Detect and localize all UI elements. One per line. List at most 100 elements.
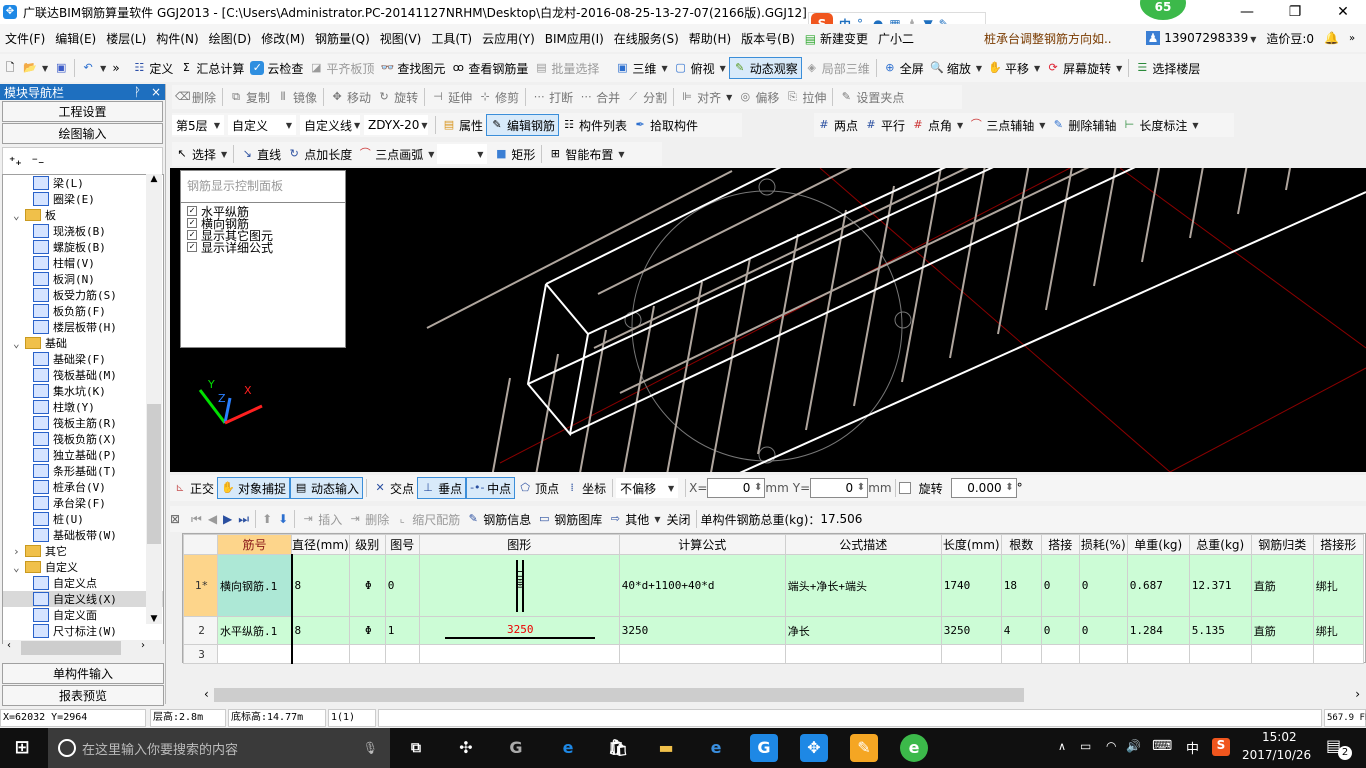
checkbox[interactable]: ✓ (187, 230, 197, 240)
move-down-button[interactable]: ⬇ (275, 508, 291, 530)
tree-item[interactable]: 筏板基础(M) (3, 367, 163, 383)
column-header[interactable]: 图号 (384, 534, 420, 555)
undo-button[interactable]: ↶ ▼ (78, 57, 109, 79)
table-cell-shape-no[interactable] (384, 644, 420, 664)
open-file-button[interactable]: 📂 ▼ (20, 57, 51, 79)
table-cell-desc[interactable]: 端头+净长+端头 (784, 554, 942, 617)
table-cell-count[interactable]: 4 (1000, 616, 1042, 645)
table-cell-category[interactable] (1250, 644, 1314, 664)
ie-icon[interactable]: e (702, 734, 730, 762)
coordinate-snap[interactable]: ⁞ 坐标 (562, 477, 609, 499)
table-cell-lap-type[interactable]: 绑扎 (1312, 554, 1364, 617)
column-header[interactable]: 长度(mm) (940, 534, 1002, 555)
other-button[interactable]: ⇨ 其他 ▼ (605, 508, 663, 530)
tree-item[interactable]: 自定义线(X) (3, 591, 163, 607)
tree-item[interactable]: 螺旋板(B) (3, 239, 163, 255)
vertex-snap[interactable]: ⬠ 顶点 (515, 477, 562, 499)
column-header[interactable]: 搭接 (1040, 534, 1080, 555)
tree-item[interactable]: 板负筋(F) (3, 303, 163, 319)
touch-keyboard-icon[interactable]: ⌨ (1152, 738, 1172, 754)
menu-floor[interactable]: 楼层(L) (101, 30, 151, 47)
table-cell-shape-no[interactable]: 0 (384, 554, 420, 617)
menu-cloud[interactable]: 云应用(Y) (477, 30, 540, 47)
tree-item[interactable]: 桩(U) (3, 511, 163, 527)
column-header[interactable]: 搭接形 (1312, 534, 1364, 555)
tree-item[interactable]: 楼层板带(H) (3, 319, 163, 335)
column-header[interactable]: 图形 (418, 534, 620, 555)
three-point-axis-button[interactable]: ⌒ 三点辅轴 ▼ (966, 114, 1048, 136)
table-cell-diameter[interactable]: 8 (291, 616, 350, 645)
tree-item[interactable]: 筏板主筋(R) (3, 415, 163, 431)
chevron-right-icon[interactable]: › (13, 545, 25, 558)
table-cell-desc[interactable]: 净长 (784, 616, 942, 645)
edge-icon[interactable]: e (554, 734, 582, 762)
tree-item[interactable]: 现浇板(B) (3, 223, 163, 239)
menu-tools[interactable]: 工具(T) (426, 30, 477, 47)
table-cell-total-weight[interactable]: 12.371 (1188, 554, 1252, 617)
column-header[interactable]: 根数 (1000, 534, 1042, 555)
table-cell-lap[interactable]: 0 (1040, 616, 1080, 645)
rotate-checkbox[interactable] (898, 482, 911, 494)
last-row-button[interactable]: ⏭ (235, 508, 252, 530)
table-cell-lap-type[interactable] (1312, 644, 1364, 664)
column-header[interactable]: 直径(mm) (291, 534, 350, 555)
file-explorer-icon[interactable]: ▬ (652, 734, 680, 762)
chevron-down-icon[interactable]: ⌄ (13, 209, 25, 222)
table-cell-length[interactable]: 1740 (940, 554, 1002, 617)
type-select[interactable]: 自定义线 ▼ (300, 115, 360, 135)
collapse-all-icon[interactable]: ⁻₋ (32, 154, 45, 168)
single-input-button[interactable]: 单构件输入 (2, 663, 164, 684)
table-cell-category[interactable]: 直筋 (1250, 554, 1314, 617)
object-snap-toggle[interactable]: ✋ 对象捕捉 (217, 477, 291, 499)
zoom-button[interactable]: 🔍 缩放 ▼ (927, 57, 985, 79)
properties-button[interactable]: ▤ 属性 (439, 114, 486, 136)
column-header[interactable]: 损耗(%) (1078, 534, 1128, 555)
store-icon[interactable]: 🛍 (604, 734, 632, 762)
scroll-right-icon[interactable]: › (1355, 687, 1360, 701)
stretch-button[interactable]: ⎘ 拉伸 (782, 86, 829, 108)
tree-item[interactable]: 自定义点 (3, 575, 163, 591)
project-settings-button[interactable]: 工程设置 (2, 101, 163, 122)
cloud-check-button[interactable]: ✓ 云检查 (247, 57, 306, 79)
tree-item[interactable]: 基础梁(F) (3, 351, 163, 367)
column-header[interactable]: 计算公式 (618, 534, 786, 555)
tree-item[interactable]: 独立基础(P) (3, 447, 163, 463)
dynamic-orbit-button[interactable]: ✎ 动态观察 (728, 57, 802, 79)
set-grip-button[interactable]: ✎ 设置夹点 (836, 86, 907, 108)
intersection-snap[interactable]: ✕ 交点 (370, 477, 417, 499)
tree-item[interactable]: 尺寸标注(W) (3, 623, 163, 639)
pan-button[interactable]: ✋ 平移 ▼ (985, 57, 1043, 79)
column-header[interactable]: 级别 (348, 534, 386, 555)
chevron-down-icon[interactable]: ⌄ (13, 337, 25, 350)
table-cell-formula[interactable]: 40*d+1100+40*d (618, 554, 786, 617)
length-dim-button[interactable]: ⊢ 长度标注 ▼ (1119, 114, 1201, 136)
tree-item[interactable]: 梁(L) (3, 175, 163, 191)
clock-time[interactable]: 15:02 (1262, 730, 1297, 744)
tree-hscroll[interactable]: ‹ › (3, 640, 163, 656)
bell-icon[interactable]: 🔔 (1319, 31, 1344, 45)
checkbox[interactable]: ✓ (187, 206, 197, 216)
fullscreen-button[interactable]: ⊕ 全屏 (880, 57, 927, 79)
table-cell-unit-weight[interactable] (1126, 644, 1190, 664)
top-view-button[interactable]: ▢ 俯视 ▼ (671, 57, 729, 79)
y-offset-input[interactable]: 0 (810, 478, 869, 498)
scroll-right-icon[interactable]: › (141, 640, 145, 651)
tree-item[interactable]: 柱墩(Y) (3, 399, 163, 415)
mic-icon[interactable]: 🎙 (363, 741, 378, 755)
rebar-library-button[interactable]: ▭ 钢筋图库 (534, 508, 605, 530)
menu-rebar-qty[interactable]: 钢筋量(Q) (310, 30, 375, 47)
notes-app-icon[interactable]: ✎ (850, 734, 878, 762)
menu-version[interactable]: 版本号(B) (736, 30, 800, 47)
table-cell-shape-label[interactable]: 3250 (418, 616, 620, 645)
tree-folder[interactable]: ⌄ 板 (3, 207, 163, 223)
checkbox[interactable]: ✓ (187, 242, 197, 252)
close-icon[interactable]: × (151, 85, 161, 99)
minimize-button[interactable]: — (1224, 0, 1270, 24)
point-angle-button[interactable]: # 点角 ▼ (908, 114, 966, 136)
fan-app-icon[interactable]: ✣ (452, 734, 480, 762)
scroll-down-icon[interactable]: ▼ (146, 614, 162, 624)
table-cell-lap[interactable]: 0 (1040, 554, 1080, 617)
scale-rebar-button[interactable]: ⌞ 缩尺配筋 (392, 508, 463, 530)
delete-button[interactable]: ⌫ 删除 (172, 86, 219, 108)
table-cell-grade[interactable]: Φ (348, 554, 386, 617)
